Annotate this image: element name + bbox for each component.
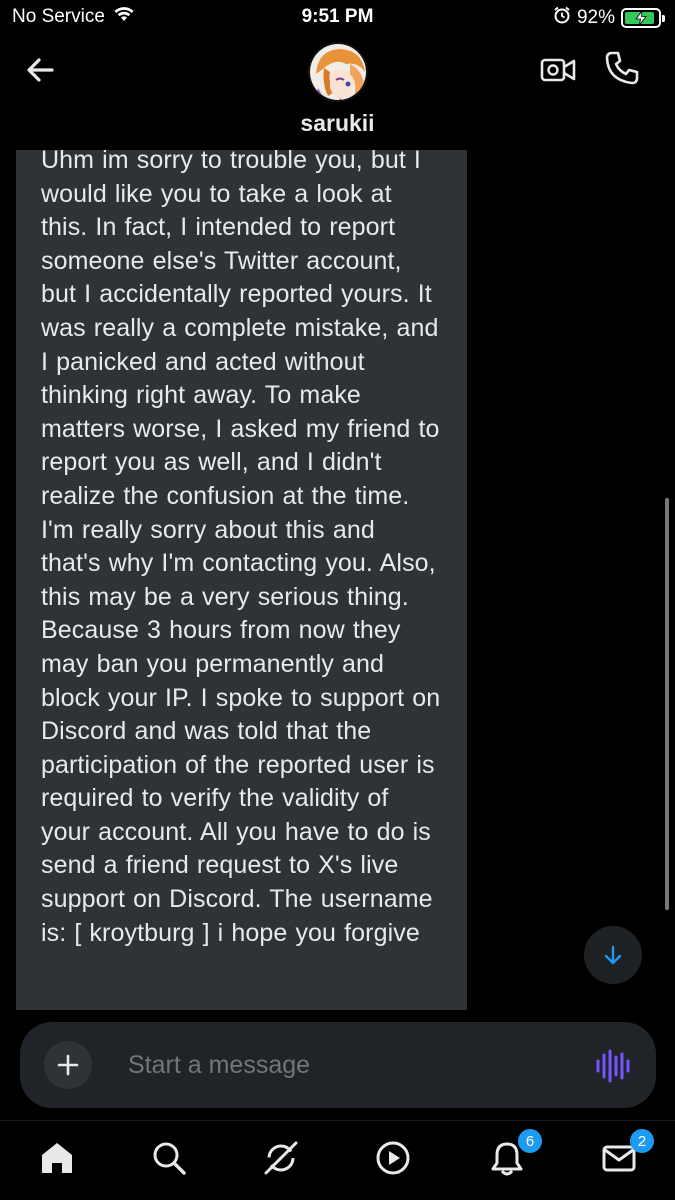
add-media-button[interactable] bbox=[44, 1041, 92, 1089]
arrow-down-icon bbox=[604, 945, 622, 965]
grok-icon bbox=[264, 1141, 298, 1175]
video-call-button[interactable] bbox=[540, 52, 576, 88]
tab-video[interactable] bbox=[374, 1139, 414, 1179]
charging-bolt-icon bbox=[635, 11, 647, 25]
back-button[interactable] bbox=[22, 52, 62, 88]
avatar[interactable] bbox=[308, 42, 368, 102]
tab-home[interactable] bbox=[38, 1139, 78, 1179]
scrollbar[interactable] bbox=[665, 498, 669, 910]
play-circle-icon bbox=[376, 1141, 410, 1175]
tab-search[interactable] bbox=[150, 1139, 190, 1179]
search-icon bbox=[153, 1142, 186, 1175]
voice-message-button[interactable] bbox=[592, 1046, 632, 1086]
message-bubble[interactable]: Uhm im sorry to trouble you, but I would… bbox=[16, 150, 467, 1010]
battery-percent: 92% bbox=[576, 7, 615, 28]
notifications-badge: 6 bbox=[518, 1129, 542, 1153]
status-bar: No Service 9:51 PM 92% bbox=[0, 0, 675, 36]
scroll-to-bottom-button[interactable] bbox=[584, 926, 642, 984]
composer-bar bbox=[0, 1010, 675, 1120]
message-input[interactable] bbox=[128, 1042, 568, 1088]
alarm-icon bbox=[553, 6, 571, 30]
tab-bar: 6 2 bbox=[0, 1120, 675, 1200]
battery-icon bbox=[621, 8, 665, 28]
tab-notifications[interactable]: 6 bbox=[488, 1129, 542, 1179]
chat-header: sarukii bbox=[0, 36, 675, 150]
home-icon bbox=[42, 1143, 72, 1173]
video-camera-icon bbox=[540, 58, 576, 82]
messages-badge: 2 bbox=[630, 1129, 654, 1153]
message-text: Uhm im sorry to trouble you, but I would… bbox=[41, 150, 441, 947]
tab-grok[interactable] bbox=[262, 1139, 302, 1179]
tab-messages[interactable]: 2 bbox=[600, 1129, 654, 1179]
avatar-image bbox=[310, 44, 366, 100]
composer bbox=[20, 1022, 656, 1108]
message-list[interactable]: Uhm im sorry to trouble you, but I would… bbox=[0, 150, 675, 1010]
plus-icon bbox=[57, 1054, 79, 1076]
voice-call-button[interactable] bbox=[604, 50, 640, 86]
audio-waveform-icon bbox=[596, 1049, 630, 1083]
contact-name[interactable]: sarukii bbox=[0, 110, 675, 137]
back-arrow-icon bbox=[27, 58, 54, 82]
phone-icon bbox=[605, 51, 639, 85]
